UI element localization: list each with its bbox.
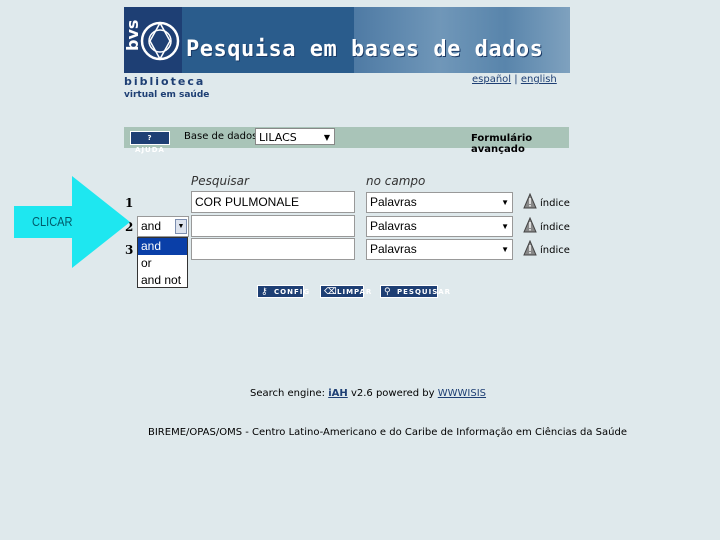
index-link-2[interactable]: índice (540, 222, 570, 233)
operator-option-or[interactable]: or (138, 255, 187, 272)
database-label: Base de dados : (184, 131, 264, 142)
config-button-label: CONFIG (274, 288, 311, 296)
engine-mid: v2.6 powered by (350, 388, 435, 399)
iah-link[interactable]: iAH (328, 388, 348, 399)
config-button[interactable]: ⚷ CONFIG (257, 285, 309, 298)
lang-espanol-link[interactable]: español (472, 74, 511, 85)
chevron-down-icon: ▼ (175, 219, 187, 234)
field-select-value: Palavras (370, 219, 417, 233)
bvs-logo-text: bvs (124, 20, 142, 51)
lang-separator: | (514, 74, 518, 85)
clear-button[interactable]: ⌫ LIMPAR (320, 285, 371, 298)
warning-icon[interactable] (523, 193, 537, 209)
field-select-1[interactable]: Palavras ▼ (366, 192, 513, 213)
header-banner: bvs Pesquisa em bases de dados (124, 7, 570, 73)
chevron-down-icon: ▼ (323, 133, 330, 142)
clear-button-label: LIMPAR (337, 288, 373, 296)
field-select-value: Palavras (370, 195, 417, 209)
query-input-1[interactable]: COR PULMONALE (191, 191, 355, 213)
eraser-icon: ⌫ (324, 287, 338, 297)
institution-footer: BIREME/OPAS/OMS - Centro Latino-American… (148, 427, 627, 438)
operator-option-and[interactable]: and (138, 238, 187, 255)
warning-icon[interactable] (523, 240, 537, 256)
field-column-header: no campo (366, 174, 426, 188)
wwwisis-link[interactable]: WWWISIS (438, 388, 486, 399)
operator-dropdown-list: and or and not (137, 237, 188, 288)
bvs-logo-icon: bvs (124, 20, 180, 61)
bvs-caption-line2: virtual em saúde (124, 90, 210, 100)
form-mode-label: Formulário avançado (471, 133, 533, 155)
search-icon: ⚲ (384, 287, 392, 297)
help-button[interactable]: ? AJUDA (130, 131, 170, 154)
bvs-logo[interactable]: bvs (124, 7, 182, 73)
toolbar: ? AJUDA Base de dados : LILACS ▼ Formulá… (124, 127, 569, 155)
index-link-1[interactable]: índice (540, 198, 570, 209)
index-link-3[interactable]: índice (540, 245, 570, 256)
search-column-header: Pesquisar (191, 174, 249, 188)
language-links: español | english (472, 74, 557, 85)
chevron-down-icon: ▼ (501, 245, 509, 254)
operator-select-2[interactable]: and ▼ (137, 216, 189, 237)
operator-option-and-not[interactable]: and not (138, 272, 187, 289)
field-select-value: Palavras (370, 242, 417, 256)
search-button-label: PESQUISAR (397, 288, 452, 296)
search-engine-line: Search engine: iAH v2.6 powered by WWWIS… (250, 388, 486, 399)
database-select[interactable]: LILACS ▼ (255, 128, 335, 145)
chevron-down-icon: ▼ (501, 198, 509, 207)
field-select-3[interactable]: Palavras ▼ (366, 239, 513, 260)
page-title: Pesquisa em bases de dados (186, 37, 544, 62)
search-button[interactable]: ⚲ PESQUISAR (380, 285, 450, 298)
database-select-value: LILACS (259, 131, 297, 144)
lang-english-link[interactable]: english (521, 74, 557, 85)
query-input-3[interactable] (191, 238, 355, 260)
operator-select-value: and (141, 219, 162, 233)
bvs-caption-line1: biblioteca (124, 75, 206, 88)
key-icon: ⚷ (261, 287, 269, 297)
chevron-down-icon: ▼ (501, 222, 509, 231)
engine-prefix: Search engine: (250, 388, 326, 399)
warning-icon[interactable] (523, 217, 537, 233)
field-select-2[interactable]: Palavras ▼ (366, 216, 513, 237)
clicar-annotation: CLICAR (32, 214, 73, 229)
query-input-2[interactable] (191, 215, 355, 237)
